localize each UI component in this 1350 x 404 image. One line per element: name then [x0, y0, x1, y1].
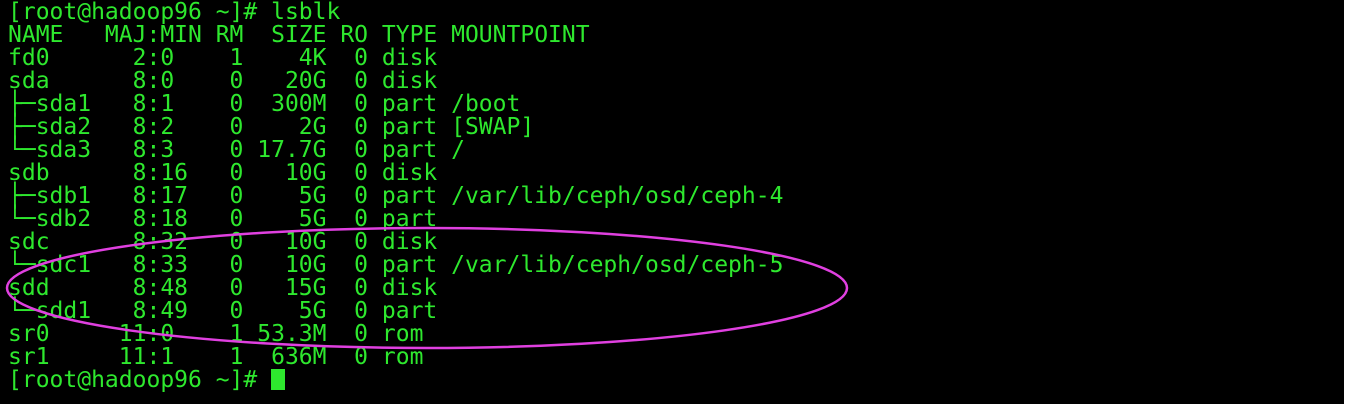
command-line: [root@hadoop96 ~]# lsblk: [8, 0, 341, 25]
terminal-output: [root@hadoop96 ~]# lsblk NAME MAJ:MIN RM…: [8, 1, 783, 392]
table-header: NAME MAJ:MIN RM SIZE RO TYPE MOUNTPOINT: [8, 22, 590, 48]
device-row-sdb2: └─sdb2 8:18 0 5G 0 part: [8, 206, 438, 232]
device-row-sdd: sdd 8:48 0 15G 0 disk: [8, 275, 438, 301]
device-row-sdc1: └─sdc1 8:33 0 10G 0 part /var/lib/ceph/o…: [8, 252, 784, 278]
device-row-sda: sda 8:0 0 20G 0 disk: [8, 68, 438, 94]
device-row-sdb1: ├─sdb1 8:17 0 5G 0 part /var/lib/ceph/os…: [8, 183, 784, 209]
device-row-sdc: sdc 8:32 0 10G 0 disk: [8, 229, 438, 255]
device-row-sdd1: └─sdd1 8:49 0 5G 0 part: [8, 298, 438, 324]
device-row-sda3: └─sda3 8:3 0 17.7G 0 part /: [8, 137, 465, 163]
device-row-sr1: sr1 11:1 1 636M 0 rom: [8, 344, 424, 370]
device-row-sdb: sdb 8:16 0 10G 0 disk: [8, 160, 438, 186]
terminal-window[interactable]: [root@hadoop96 ~]# lsblk NAME MAJ:MIN RM…: [0, 0, 1350, 404]
device-row-sda1: ├─sda1 8:1 0 300M 0 part /boot: [8, 91, 521, 117]
device-row-sda2: ├─sda2 8:2 0 2G 0 part [SWAP]: [8, 114, 535, 140]
device-row-fd0: fd0 2:0 1 4K 0 disk: [8, 45, 438, 71]
shell-prompt: [root@hadoop96 ~]#: [8, 367, 272, 393]
device-row-sr0: sr0 11:0 1 53.3M 0 rom: [8, 321, 424, 347]
prompt-line[interactable]: [root@hadoop96 ~]#: [8, 369, 783, 392]
block-cursor: [271, 369, 286, 390]
